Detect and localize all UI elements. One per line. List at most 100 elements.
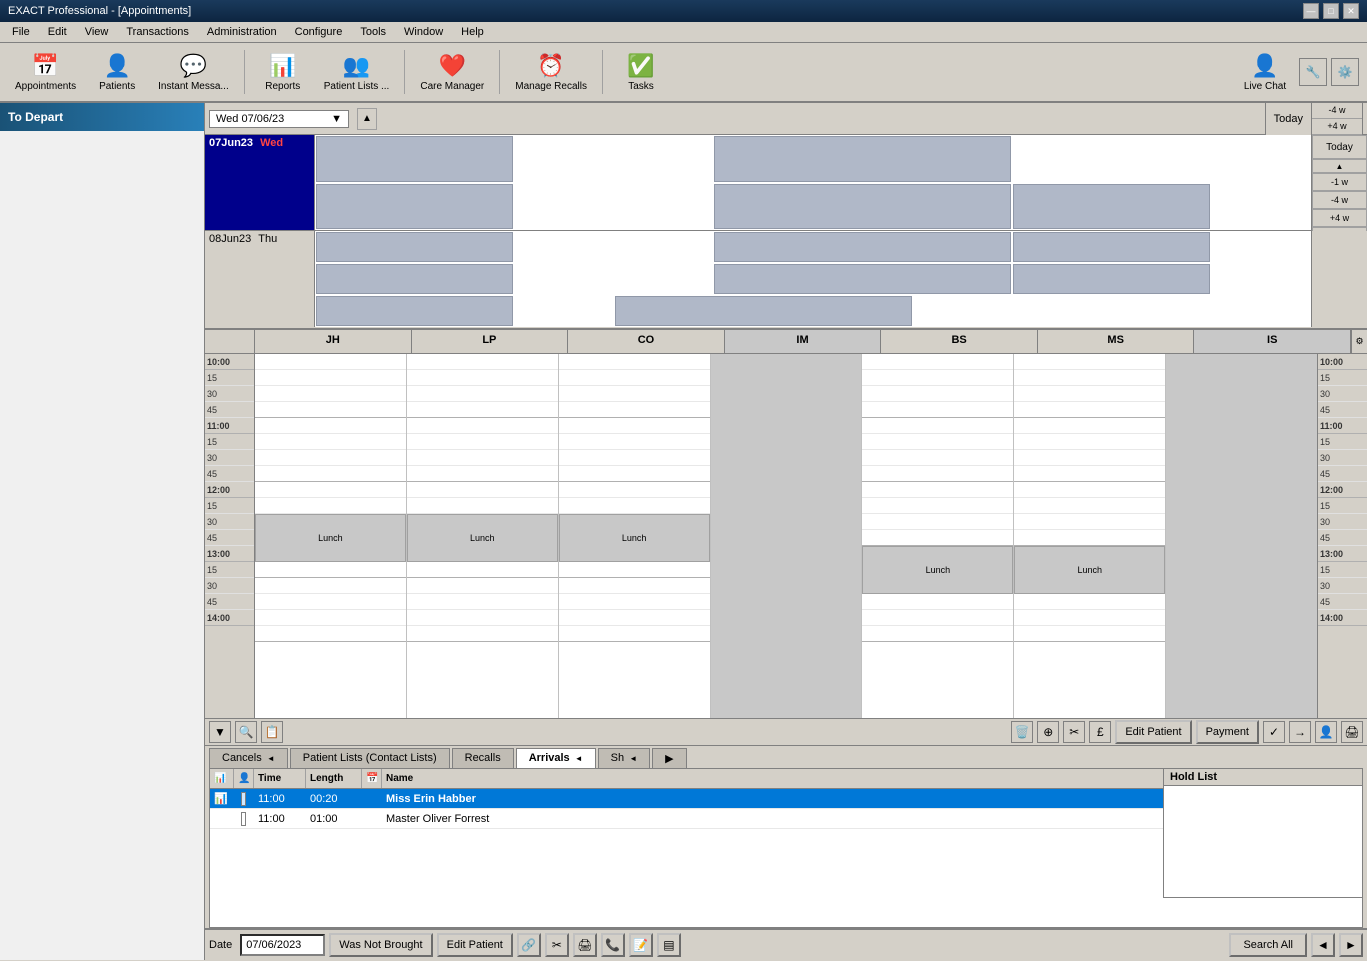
link-bottom-btn[interactable]: 🔗 [517,933,541,957]
nav-minus-4w[interactable]: -4 w [1312,191,1367,209]
patient-lists-btn[interactable]: 👥 Patient Lists ... [317,46,397,98]
dropdown-btn[interactable]: ▼ [209,721,231,743]
tab-recalls-label: Recalls [465,752,501,764]
week-day-selected[interactable]: 07Jun23 Wed [205,135,315,230]
date-nav-group: ▲ [357,108,377,130]
person-btn[interactable]: 👤 [1315,721,1337,743]
print-top-btn[interactable]: 🖨 [1341,721,1363,743]
time-1215: 15 [205,498,254,514]
tab-patient-lists[interactable]: Patient Lists (Contact Lists) [290,748,450,768]
phone-bottom-btn[interactable]: 📞 [601,933,625,957]
nav-minus4w-btn[interactable]: -4 w [1312,103,1362,119]
tools-icon-btn[interactable]: 🔧 [1299,58,1327,86]
checkmark-btn[interactable]: ✓ [1263,721,1285,743]
time-column-right: 10:00 15 30 45 11:00 15 30 45 12:00 15 3… [1317,354,1367,718]
row2-length: 01:00 [306,809,362,828]
nav-plus-4w[interactable]: +4 w [1312,209,1367,227]
payment-btn[interactable]: Payment [1196,720,1259,744]
tasks-btn[interactable]: ✅ Tasks [611,46,671,98]
week-date-2: 08Jun23 [209,233,251,245]
copy-btn[interactable]: 📋 [261,721,283,743]
patients-btn[interactable]: 👤 Patients [87,46,147,98]
time-1145: 45 [205,466,254,482]
col-jh[interactable]: Lunch [255,354,407,718]
search-nav-left[interactable]: ◄ [1311,933,1335,957]
app-close-btn[interactable]: ✕ [1343,3,1359,19]
scissors-btn[interactable]: ✂ [1063,721,1085,743]
col-time-header: Time [254,769,306,788]
busy-block-2 [316,264,513,294]
busy-block-2 [714,232,1011,262]
nav-up-btn[interactable]: ▲ [357,108,377,130]
schedule-settings-icon[interactable]: ⚙ [1351,330,1367,353]
busy-block [316,136,513,182]
col-co[interactable]: Lunch [559,354,711,718]
menu-window[interactable]: Window [396,24,451,40]
notes-bottom-btn[interactable]: 📝 [629,933,653,957]
was-not-brought-btn[interactable]: Was Not Brought [329,933,432,957]
menu-edit[interactable]: Edit [40,24,75,40]
menu-view[interactable]: View [77,24,117,40]
col-bs[interactable]: Lunch [862,354,1014,718]
tab-patient-lists-label: Patient Lists (Contact Lists) [303,752,437,764]
pound-btn[interactable]: £ [1089,721,1111,743]
nav-plus4w-btn[interactable]: +4 w [1312,119,1362,135]
app-maximize-btn[interactable]: □ [1323,3,1339,19]
search-btn[interactable]: 🔍 [235,721,257,743]
cancels-dropdown[interactable]: ◄ [267,754,275,763]
live-chat-btn[interactable]: 👤 Live Chat [1235,46,1295,98]
menu-administration[interactable]: Administration [199,24,285,40]
trash-btn[interactable]: 🗑️ [1011,721,1033,743]
app-title: EXACT Professional - [Appointments] [8,5,191,17]
week-day-2[interactable]: 08Jun23 Thu [205,231,315,327]
scissors-bottom-btn[interactable]: ✂ [545,933,569,957]
nav-today[interactable]: Today [1312,135,1367,159]
instant-messages-btn[interactable]: 💬 Instant Messa... [151,46,236,98]
care-manager-btn[interactable]: ❤️ Care Manager [413,46,491,98]
nav-w-up[interactable]: ▲ [1312,159,1367,173]
to-depart-content [0,131,204,960]
provider-im: IM [725,330,882,353]
instant-messages-icon: 💬 [180,53,207,79]
sh-dropdown[interactable]: ◄ [629,754,637,763]
menu-tools[interactable]: Tools [352,24,394,40]
settings-icon-btn[interactable]: ⚙️ [1331,58,1359,86]
tab-arrivals[interactable]: Arrivals ◄ [516,748,596,768]
print-bottom-btn[interactable]: 🖨 [573,933,597,957]
date-input[interactable] [240,934,325,956]
col-is[interactable] [1166,354,1317,718]
arrivals-dropdown[interactable]: ◄ [575,754,583,763]
time-1230: 30 [205,514,254,530]
manage-recalls-label: Manage Recalls [515,81,587,92]
search-all-btn[interactable]: Search All [1229,933,1307,957]
col-ms[interactable]: Lunch [1014,354,1166,718]
lunch-ms: Lunch [1014,546,1165,594]
app-minimize-btn[interactable]: — [1303,3,1319,19]
menu-file[interactable]: File [4,24,38,40]
menu-help[interactable]: Help [453,24,492,40]
appointments-btn[interactable]: 📅 Appointments [8,46,83,98]
reports-btn[interactable]: 📊 Reports [253,46,313,98]
nav-minus-1w[interactable]: -1 w [1312,173,1367,191]
menu-transactions[interactable]: Transactions [118,24,197,40]
row1-checkbox[interactable] [241,792,246,806]
extra-btn-1[interactable]: ▤ [657,933,681,957]
edit-patient-top-btn[interactable]: Edit Patient [1115,720,1191,744]
col-im[interactable] [711,354,863,718]
tab-sh[interactable]: Sh ◄ [598,748,650,768]
provider-grid: Lunch [255,354,1317,718]
arrow-right-btn[interactable]: → [1289,721,1311,743]
provider-header-row: JH LP CO IM BS MS IS ⚙ [205,330,1367,354]
link-btn[interactable]: ⊕ [1037,721,1059,743]
tab-recalls[interactable]: Recalls [452,748,514,768]
date-selector[interactable]: Wed 07/06/23 ▼ [209,110,349,128]
tab-more[interactable]: ▶ [652,748,686,768]
col-lp[interactable]: Lunch [407,354,559,718]
menu-configure[interactable]: Configure [287,24,351,40]
search-nav-right[interactable]: ► [1339,933,1363,957]
manage-recalls-btn[interactable]: ⏰ Manage Recalls [508,46,594,98]
edit-patient-bottom-btn[interactable]: Edit Patient [437,933,513,957]
tab-cancels[interactable]: Cancels ◄ [209,748,288,768]
row1-length: 00:20 [306,789,362,808]
row2-checkbox[interactable] [241,812,246,826]
